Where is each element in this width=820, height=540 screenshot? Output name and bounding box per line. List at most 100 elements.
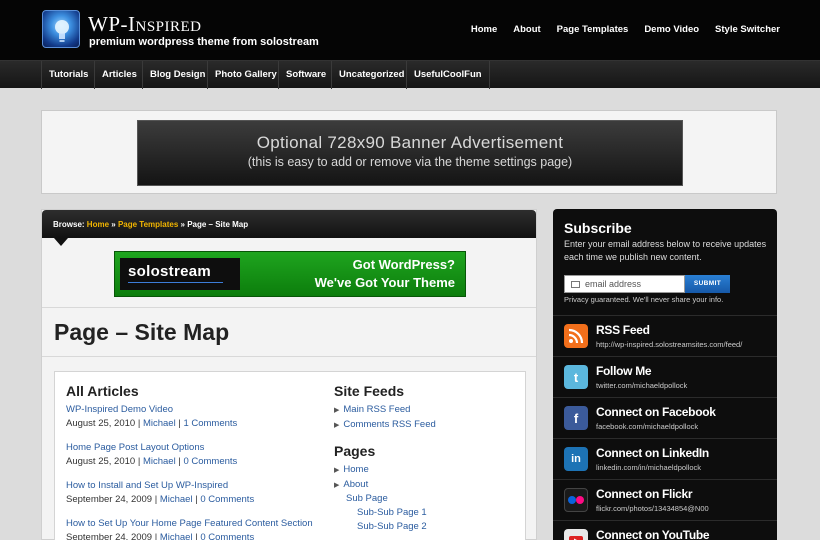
category-uncategorized[interactable]: Uncategorized bbox=[331, 61, 411, 89]
article-comments-link[interactable]: 0 Comments bbox=[200, 494, 254, 505]
page-link[interactable]: ▶ About bbox=[334, 479, 368, 490]
breadcrumb-prefix: Browse: bbox=[53, 220, 85, 229]
social-link-rss[interactable]: RSS Feed http://wp-inspired.solostreamsi… bbox=[553, 315, 777, 356]
subsubpage-link[interactable]: Sub-Sub Page 1 bbox=[357, 507, 427, 518]
article-date: September 24, 2009 bbox=[66, 532, 153, 540]
breadcrumb-pointer-icon bbox=[54, 238, 68, 246]
arrow-right-icon: ▶ bbox=[334, 482, 340, 489]
social-link-facebook[interactable]: f Connect on Facebook facebook.com/micha… bbox=[553, 397, 777, 438]
pages-heading: Pages bbox=[334, 443, 376, 459]
solostream-logo: solostream bbox=[120, 258, 240, 290]
subscribe-heading: Subscribe bbox=[564, 220, 632, 236]
arrow-right-icon: ▶ bbox=[334, 407, 340, 414]
nav-page-templates[interactable]: Page Templates bbox=[557, 24, 629, 35]
social-url: facebook.com/michaeldpollock bbox=[596, 422, 699, 431]
breadcrumb-bar: Browse: Home » Page Templates » Page – S… bbox=[42, 210, 536, 246]
solostream-ad-banner[interactable]: solostream Got WordPress? We've Got Your… bbox=[114, 251, 466, 297]
sidebar: Subscribe Enter your email address below… bbox=[553, 209, 777, 540]
social-link-linkedin[interactable]: in Connect on LinkedIn linkedin.com/in/m… bbox=[553, 438, 777, 479]
breadcrumb-current: Page – Site Map bbox=[187, 220, 249, 229]
ad-subheadline: We've Got Your Theme bbox=[314, 275, 455, 290]
twitter-icon: t bbox=[564, 365, 588, 389]
article-link[interactable]: How to Set Up Your Home Page Featured Co… bbox=[66, 518, 313, 529]
article-comments-link[interactable]: 0 Comments bbox=[200, 532, 254, 540]
page-link[interactable]: ▶ Home bbox=[334, 464, 369, 475]
all-articles-heading: All Articles bbox=[66, 383, 139, 399]
social-title: Connect on Flickr bbox=[596, 487, 693, 501]
social-link-twitter[interactable]: t Follow Me twitter.com/michaeldpollock bbox=[553, 356, 777, 397]
nav-home[interactable]: Home bbox=[471, 24, 497, 35]
site-tagline: premium wordpress theme from solostream bbox=[89, 36, 319, 48]
article-author-link[interactable]: Michael bbox=[143, 418, 176, 429]
social-title: Follow Me bbox=[596, 364, 652, 378]
article-author-link[interactable]: Michael bbox=[160, 494, 193, 505]
article-meta: September 24, 2009 | Michael | 0 Comment… bbox=[66, 494, 255, 505]
category-navigation: Tutorials Articles Blog Design Photo Gal… bbox=[0, 60, 820, 89]
social-title: Connect on YouTube bbox=[596, 528, 710, 540]
divider bbox=[42, 307, 536, 308]
banner-title: Optional 728x90 Banner Advertisement bbox=[256, 133, 564, 152]
article-comments-link[interactable]: 0 Comments bbox=[183, 456, 237, 467]
page-link-label: Home bbox=[343, 464, 369, 475]
privacy-note: Privacy guaranteed. We'll never share yo… bbox=[564, 295, 724, 304]
subpage-link[interactable]: Sub Page bbox=[346, 493, 388, 504]
social-url: http://wp-inspired.solostreamsites.com/f… bbox=[596, 340, 743, 349]
page-title: Page – Site Map bbox=[54, 319, 230, 345]
banner-subtitle: (this is easy to add or remove via the t… bbox=[247, 155, 573, 169]
sitemap-box: All Articles WP-Inspired Demo Video Augu… bbox=[54, 371, 526, 540]
banner-advertisement[interactable]: Optional 728x90 Banner Advertisement (th… bbox=[137, 120, 683, 186]
article-author-link[interactable]: Michael bbox=[143, 456, 176, 467]
article-link[interactable]: How to Install and Set Up WP-Inspired bbox=[66, 480, 228, 491]
arrow-right-icon: ▶ bbox=[334, 422, 340, 429]
category-usefulcoolfun[interactable]: UsefulCoolFun bbox=[406, 61, 490, 89]
social-url: twitter.com/michaeldpollock bbox=[596, 381, 688, 390]
breadcrumb-home-link[interactable]: Home bbox=[87, 220, 109, 229]
site-header: WP-Inspired premium wordpress theme from… bbox=[0, 0, 820, 60]
feed-link[interactable]: ▶ Comments RSS Feed bbox=[334, 419, 436, 430]
feed-link-label: Comments RSS Feed bbox=[343, 419, 436, 430]
banner-container: Optional 728x90 Banner Advertisement (th… bbox=[41, 110, 777, 194]
article-date: August 25, 2010 bbox=[66, 418, 136, 429]
breadcrumb-separator: » bbox=[180, 220, 185, 229]
social-title: Connect on Facebook bbox=[596, 405, 716, 419]
nav-demo-video[interactable]: Demo Video bbox=[644, 24, 699, 35]
article-comments-link[interactable]: 1 Comments bbox=[183, 418, 237, 429]
email-input[interactable]: email address bbox=[564, 275, 685, 293]
top-navigation: Home About Page Templates Demo Video Sty… bbox=[471, 24, 780, 35]
category-software[interactable]: Software bbox=[278, 61, 333, 89]
article-meta: August 25, 2010 | Michael | 0 Comments bbox=[66, 456, 238, 467]
article-meta: September 24, 2009 | Michael | 0 Comment… bbox=[66, 532, 254, 540]
article-author-link[interactable]: Michael bbox=[160, 532, 193, 540]
social-link-youtube[interactable]: Connect on YouTube bbox=[553, 520, 777, 540]
category-tutorials[interactable]: Tutorials bbox=[41, 61, 95, 89]
subsubpage-link[interactable]: Sub-Sub Page 2 bbox=[357, 521, 427, 532]
category-articles[interactable]: Articles bbox=[94, 61, 144, 89]
email-placeholder: email address bbox=[585, 279, 642, 289]
submit-button[interactable]: SUBMIT bbox=[685, 275, 730, 293]
lightbulb-logo-icon[interactable] bbox=[42, 10, 80, 48]
category-blog-design[interactable]: Blog Design bbox=[142, 61, 212, 89]
article-date: September 24, 2009 bbox=[66, 494, 153, 505]
social-url: linkedin.com/in/michaeldpollock bbox=[596, 463, 702, 472]
social-link-flickr[interactable]: Connect on Flickr flickr.com/photos/1343… bbox=[553, 479, 777, 520]
social-title: Connect on LinkedIn bbox=[596, 446, 709, 460]
breadcrumb-page-templates-link[interactable]: Page Templates bbox=[118, 220, 178, 229]
site-title[interactable]: WP-Inspired bbox=[88, 12, 202, 37]
social-url: flickr.com/photos/13434854@N00 bbox=[596, 504, 709, 513]
ad-brand: solostream bbox=[128, 263, 212, 280]
feed-link-label: Main RSS Feed bbox=[343, 404, 411, 415]
youtube-icon bbox=[564, 529, 588, 540]
article-link[interactable]: Home Page Post Layout Options bbox=[66, 442, 204, 453]
category-photo-gallery[interactable]: Photo Gallery bbox=[207, 61, 284, 89]
article-link[interactable]: WP-Inspired Demo Video bbox=[66, 404, 173, 415]
nav-style-switcher[interactable]: Style Switcher bbox=[715, 24, 780, 35]
divider bbox=[42, 356, 536, 357]
flickr-icon bbox=[564, 488, 588, 512]
article-meta: August 25, 2010 | Michael | 1 Comments bbox=[66, 418, 238, 429]
feed-link[interactable]: ▶ Main RSS Feed bbox=[334, 404, 410, 415]
page-link-label: About bbox=[343, 479, 369, 490]
facebook-icon: f bbox=[564, 406, 588, 430]
subscribe-description: Enter your email address below to receiv… bbox=[564, 239, 767, 262]
nav-about[interactable]: About bbox=[513, 24, 540, 35]
breadcrumb: Browse: Home » Page Templates » Page – S… bbox=[53, 220, 248, 229]
